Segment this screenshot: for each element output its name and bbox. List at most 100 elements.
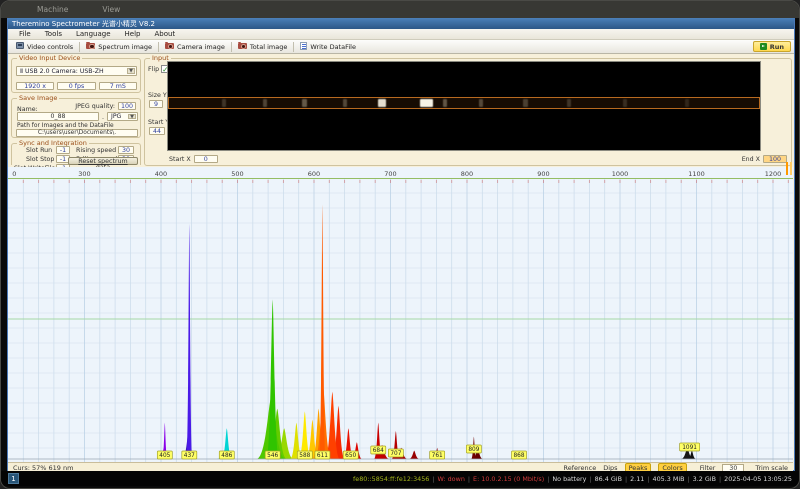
status-segment: 2.11 bbox=[630, 475, 644, 483]
run-button[interactable]: Run bbox=[753, 41, 791, 52]
x-tick-label: 500 bbox=[231, 170, 243, 178]
spectral-line bbox=[523, 99, 528, 106]
peak-label: 650 bbox=[343, 451, 358, 459]
menu-item-language[interactable]: Language bbox=[69, 30, 118, 38]
toolbar-button-video-controls[interactable]: Video controls bbox=[11, 41, 78, 53]
app-window: Theremino Spectrometer 光谱小精灵 V8.2 FileTo… bbox=[7, 18, 795, 471]
peak-label: 761 bbox=[430, 451, 445, 459]
screen: Machine View Theremino Spectrometer 光谱小精灵… bbox=[0, 0, 800, 489]
start-y-value[interactable]: 44 bbox=[149, 127, 165, 135]
x-tick-label: 300 bbox=[78, 170, 90, 178]
menu-item-help[interactable]: Help bbox=[118, 30, 148, 38]
toolbar-button-total-image[interactable]: Total image bbox=[233, 41, 293, 53]
spectral-line bbox=[263, 99, 267, 106]
save-image-group: Save Image JPEG quality: 100 Name: 0_88 … bbox=[11, 98, 141, 138]
x-tick-label: 400 bbox=[155, 170, 167, 178]
spectral-line bbox=[302, 99, 307, 106]
workspace-indicator[interactable]: 1 bbox=[8, 473, 19, 484]
status-segment: 405.3 MiB bbox=[653, 475, 685, 483]
spectrum-image-icon bbox=[86, 42, 95, 51]
menu-item-about[interactable]: About bbox=[147, 30, 182, 38]
status-segment: 3.2 GiB bbox=[693, 475, 716, 483]
peak-label: 588 bbox=[297, 451, 312, 459]
spectral-line bbox=[623, 99, 627, 106]
toolbar: Video controlsSpectrum imageCamera image… bbox=[8, 40, 794, 54]
camera-preview[interactable] bbox=[167, 61, 761, 151]
speed-value[interactable]: 30 bbox=[118, 146, 134, 154]
spectral-line bbox=[443, 99, 447, 106]
peak-label: 486 bbox=[219, 451, 234, 459]
svg-text:761: 761 bbox=[432, 453, 443, 459]
svg-text:588: 588 bbox=[299, 453, 310, 459]
start-x-label: Start X bbox=[169, 156, 191, 163]
toolbar-separator bbox=[79, 42, 80, 52]
toolbar-button-write-datafile[interactable]: Write DataFile bbox=[295, 41, 361, 53]
video-input-title: Video Input Device bbox=[17, 55, 82, 62]
svg-text:486: 486 bbox=[221, 453, 232, 459]
jpeg-quality-label: JPEG quality: bbox=[75, 103, 115, 110]
main-content: Video Input Device Ⅱ USB 2.0 Camera: USB… bbox=[8, 54, 794, 469]
vm-menu-machine[interactable]: Machine bbox=[37, 5, 68, 14]
video-stat: 7 mS bbox=[99, 82, 137, 90]
status-segment: E: 10.0.2.15 (0 Mbit/s) bbox=[473, 475, 544, 483]
x-tick-label: 0 bbox=[12, 170, 16, 178]
path-field[interactable]: C:\users\user\Documents\. bbox=[16, 129, 138, 137]
svg-text:650: 650 bbox=[345, 453, 356, 459]
peak-label: 809 bbox=[466, 445, 481, 453]
size-y-value[interactable]: 9 bbox=[149, 100, 163, 108]
svg-text:868: 868 bbox=[513, 453, 524, 459]
system-status-text: fe80::5854:ff:fe12:3456|W: down|E: 10.0.… bbox=[353, 475, 792, 483]
spectral-line bbox=[685, 99, 689, 106]
toolbar-button-spectrum-image[interactable]: Spectrum image bbox=[81, 41, 157, 53]
vm-window-menubar: Machine View bbox=[1, 1, 799, 18]
chevron-down-icon: ▼ bbox=[127, 68, 135, 74]
play-icon bbox=[760, 43, 767, 50]
speed-label: Rising speed bbox=[76, 147, 116, 154]
start-x-value[interactable]: 0 bbox=[194, 155, 218, 163]
peak-label: 405 bbox=[157, 451, 172, 459]
toolbar-separator bbox=[293, 42, 294, 52]
status-segment: W: down bbox=[438, 475, 465, 483]
svg-text:707: 707 bbox=[390, 451, 401, 457]
svg-text:1091: 1091 bbox=[682, 445, 697, 451]
spectrum-plot[interactable]: 0300400500600700800900100011001200405437… bbox=[8, 167, 793, 462]
x-tick-label: 600 bbox=[308, 170, 320, 178]
save-image-title: Save Image bbox=[17, 95, 59, 102]
scanline-band[interactable] bbox=[168, 97, 760, 108]
status-segment: fe80::5854:ff:fe12:3456 bbox=[353, 475, 429, 483]
peak-label: 684 bbox=[371, 446, 386, 454]
video-stat: 0 fps bbox=[57, 82, 95, 90]
svg-text:684: 684 bbox=[373, 448, 384, 454]
reset-spectrum-button[interactable]: Reset spectrum data bbox=[68, 157, 138, 165]
run-label: Run bbox=[770, 43, 784, 51]
jpeg-quality-value[interactable]: 100 bbox=[118, 102, 136, 110]
spectral-line bbox=[343, 99, 347, 106]
vm-menu-view[interactable]: View bbox=[102, 5, 120, 14]
size-y-label: Size Y bbox=[148, 92, 167, 99]
sync-group: Sync and Integration Slot Run-1Slot Stop… bbox=[11, 143, 141, 165]
chevron-down-icon: ▼ bbox=[128, 114, 136, 119]
toolbar-button-camera-image[interactable]: Camera image bbox=[160, 41, 230, 53]
format-dropdown[interactable]: JPG ▼ bbox=[107, 112, 138, 121]
desktop-status-bar: 1 fe80::5854:ff:fe12:3456|W: down|E: 10.… bbox=[1, 471, 799, 486]
video-device-dropdown[interactable]: Ⅱ USB 2.0 Camera: USB-ZH ▼ bbox=[16, 66, 137, 76]
app-menu-bar: FileToolsLanguageHelpAbout bbox=[8, 29, 794, 40]
slot-value[interactable]: -1 bbox=[56, 146, 70, 154]
input-group: Input Flip ✓ Size Y 9 Start Y 44 Start X… bbox=[144, 58, 792, 166]
end-x-value[interactable]: 100 bbox=[763, 155, 787, 163]
status-segment: 2025-04-05 13:05:25 bbox=[724, 475, 792, 483]
video-device-value: Ⅱ USB 2.0 Camera: USB-ZH bbox=[20, 68, 104, 75]
peak-label: 546 bbox=[265, 451, 280, 459]
total-image-icon bbox=[238, 42, 247, 51]
svg-text:611: 611 bbox=[317, 453, 328, 459]
name-field[interactable]: 0_88 bbox=[17, 112, 99, 121]
video-input-group: Video Input Device Ⅱ USB 2.0 Camera: USB… bbox=[11, 58, 141, 93]
svg-text:405: 405 bbox=[159, 453, 170, 459]
spectrum-chart[interactable]: 0300400500600700800900100011001200405437… bbox=[8, 167, 793, 462]
toolbar-separator bbox=[231, 42, 232, 52]
menu-item-tools[interactable]: Tools bbox=[38, 30, 69, 38]
x-tick-label: 800 bbox=[461, 170, 473, 178]
x-tick-label: 1200 bbox=[765, 170, 782, 178]
menu-item-file[interactable]: File bbox=[12, 30, 38, 38]
toolbar-separator bbox=[158, 42, 159, 52]
